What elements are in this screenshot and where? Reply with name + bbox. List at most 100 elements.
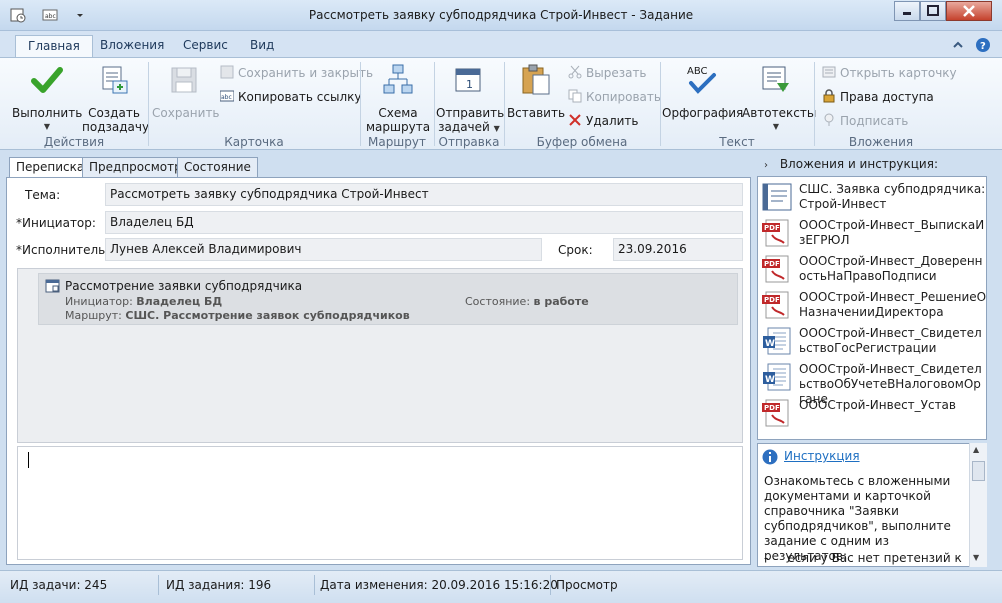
list-item[interactable]: W ОООСтрой-Инвест_СвидетельствоГосРегист… xyxy=(762,325,984,359)
executor-field[interactable]: Лунев Алексей Владимирович xyxy=(105,238,542,261)
save-close-button[interactable]: Сохранить и закрыть xyxy=(220,65,373,83)
open-card-button[interactable]: Открыть карточку xyxy=(822,65,957,83)
cut-label: Вырезать xyxy=(586,66,647,80)
info-icon xyxy=(762,449,778,465)
subject-label: Тема: xyxy=(25,188,61,202)
access-rights-button[interactable]: Права доступа xyxy=(822,89,934,107)
tab-main[interactable]: Главная xyxy=(15,35,93,57)
chevron-down-icon: ▼ xyxy=(493,124,500,133)
save-button[interactable]: Сохранить xyxy=(152,63,220,120)
sign-icon xyxy=(824,113,834,126)
comment-input[interactable] xyxy=(17,446,743,560)
attachments-list: СШС. Заявка субподрядчика: Строй-Инвест … xyxy=(757,176,987,440)
attachment-name: ОООСтрой-Инвест_СвидетельствоГосРегистра… xyxy=(799,326,982,355)
subject-field[interactable]: Рассмотреть заявку субподрядчика Строй-И… xyxy=(105,183,743,206)
mode-status: Просмотр xyxy=(556,578,618,592)
close-icon xyxy=(963,5,975,17)
collapse-ribbon-icon[interactable] xyxy=(950,37,966,53)
group-label-send: Отправка xyxy=(438,135,500,149)
status-bar: ИД задачи: 245 ИД задания: 196 Дата изме… xyxy=(0,570,1002,603)
pdf-icon: PDF xyxy=(762,399,789,427)
attachments-header[interactable]: › Вложения и инструкция: xyxy=(764,157,994,175)
list-item[interactable]: PDF ОООСтрой-Инвест_Устав xyxy=(762,397,984,431)
route-route-label: Маршрут: xyxy=(65,309,122,322)
route-card[interactable]: Рассмотрение заявки субподрядчика Инициа… xyxy=(38,273,738,325)
send-tasks-label-1: Отправить xyxy=(436,106,505,120)
group-label-clipboard: Буфер обмена xyxy=(536,135,628,149)
job-id-status: ИД задания: 196 xyxy=(166,578,272,592)
tab-service[interactable]: Сервис xyxy=(171,35,240,57)
svg-text:PDF: PDF xyxy=(764,224,780,232)
tab-correspondence[interactable]: Переписка xyxy=(9,157,92,179)
instruction-link[interactable]: Инструкция xyxy=(784,449,860,463)
subtask-icon xyxy=(102,66,128,94)
open-card-label: Открыть карточку xyxy=(840,66,957,80)
autotext-button[interactable]: Автотексты ▼ xyxy=(742,63,816,134)
list-item[interactable]: СШС. Заявка субподрядчика: Строй-Инвест xyxy=(762,181,985,215)
list-item[interactable]: W ОООСтрой-Инвест_СвидетельствоОбУчетеВН… xyxy=(762,361,984,406)
create-subtask-button[interactable]: Создать подзадачу xyxy=(82,63,149,134)
sign-button[interactable]: Подписать xyxy=(822,113,908,131)
svg-text:PDF: PDF xyxy=(764,296,780,304)
help-icon[interactable]: ? xyxy=(975,37,991,53)
send-tasks-button[interactable]: 1 Отправить задачей ▼ xyxy=(436,63,505,136)
ribbon-separator xyxy=(360,62,361,146)
list-item[interactable]: PDF ОООСтрой-Инвест_ВыпискаИзЕГРЮЛ xyxy=(762,217,984,251)
save-label: Сохранить xyxy=(152,106,220,120)
scissors-icon xyxy=(568,65,582,79)
minimize-icon xyxy=(903,12,911,15)
spelling-button[interactable]: ABC Орфография xyxy=(662,63,744,120)
close-button[interactable] xyxy=(946,1,992,21)
copy-icon xyxy=(568,89,582,103)
tab-attachments[interactable]: Вложения xyxy=(88,35,176,57)
list-item[interactable]: PDF ОООСтрой-Инвест_ДоверенностьНаПравоП… xyxy=(762,253,984,287)
initiator-field[interactable]: Владелец БД xyxy=(105,211,743,234)
executor-label: *Исполнитель: xyxy=(16,243,110,257)
copy-label: Копировать xyxy=(586,90,661,104)
minimize-button[interactable] xyxy=(894,1,920,21)
spelling-label: Орфография xyxy=(662,106,744,120)
group-label-actions: Действия xyxy=(43,135,105,149)
ribbon-separator xyxy=(814,62,815,146)
route-task-icon xyxy=(45,279,60,293)
sign-label: Подписать xyxy=(840,114,909,128)
execute-button[interactable]: Выполнить ▼ xyxy=(12,63,82,134)
send-tasks-label-2: задачей xyxy=(438,120,490,134)
copy-button[interactable]: Копировать xyxy=(568,89,661,107)
tab-view[interactable]: Вид xyxy=(238,35,286,57)
deadline-label: Срок: xyxy=(558,243,593,257)
create-subtask-label-1: Создать xyxy=(88,106,140,120)
svg-text:W: W xyxy=(765,375,775,385)
instruction-scrollbar[interactable]: ▲ ▼ xyxy=(969,443,987,567)
instruction-panel: Инструкция Ознакомьтесь с вложенными док… xyxy=(757,443,987,567)
pdf-icon: PDF xyxy=(762,291,789,319)
tab-preview[interactable]: Предпросмотр xyxy=(82,157,189,178)
list-item[interactable]: PDF ОООСтрой-Инвест_РешениеОНазначенииДи… xyxy=(762,289,987,323)
deadline-field[interactable]: 23.09.2016 xyxy=(613,238,743,261)
delete-button[interactable]: Удалить xyxy=(568,113,639,131)
tab-state[interactable]: Состояние xyxy=(177,157,258,178)
open-card-icon xyxy=(822,66,836,78)
attachment-name: ОООСтрой-Инвест_РешениеОНазначенииДирект… xyxy=(799,290,987,319)
copy-link-button[interactable]: abc Копировать ссылку xyxy=(220,89,361,107)
lock-icon xyxy=(823,89,835,103)
maximize-button[interactable] xyxy=(920,1,946,21)
checkmark-icon xyxy=(31,67,63,93)
scroll-down-arrow-icon[interactable]: ▼ xyxy=(973,553,979,562)
scroll-up-arrow-icon[interactable]: ▲ xyxy=(973,445,979,454)
group-label-text: Текст xyxy=(719,135,755,149)
paste-clipboard-icon xyxy=(522,64,550,95)
title-bar: abc Рассмотреть заявку субподрядчика Стр… xyxy=(0,0,1002,31)
route-scheme-button[interactable]: Схема маршрута xyxy=(366,63,430,134)
ribbon-tab-strip: Главная Вложения Сервис Вид ? xyxy=(0,31,1002,57)
paste-button[interactable]: Вставить xyxy=(506,63,566,120)
svg-text:W: W xyxy=(765,339,775,349)
window-title: Рассмотреть заявку субподрядчика Строй-И… xyxy=(308,8,694,22)
copy-link-icon: abc xyxy=(220,90,234,102)
cut-button[interactable]: Вырезать xyxy=(568,65,647,83)
svg-text:PDF: PDF xyxy=(764,260,780,268)
scrollbar-thumb[interactable] xyxy=(972,461,985,481)
card-document-icon xyxy=(762,183,792,211)
ribbon: Выполнить ▼ Создать подзадачу Действия С… xyxy=(0,57,1002,150)
ribbon-separator xyxy=(504,62,505,146)
